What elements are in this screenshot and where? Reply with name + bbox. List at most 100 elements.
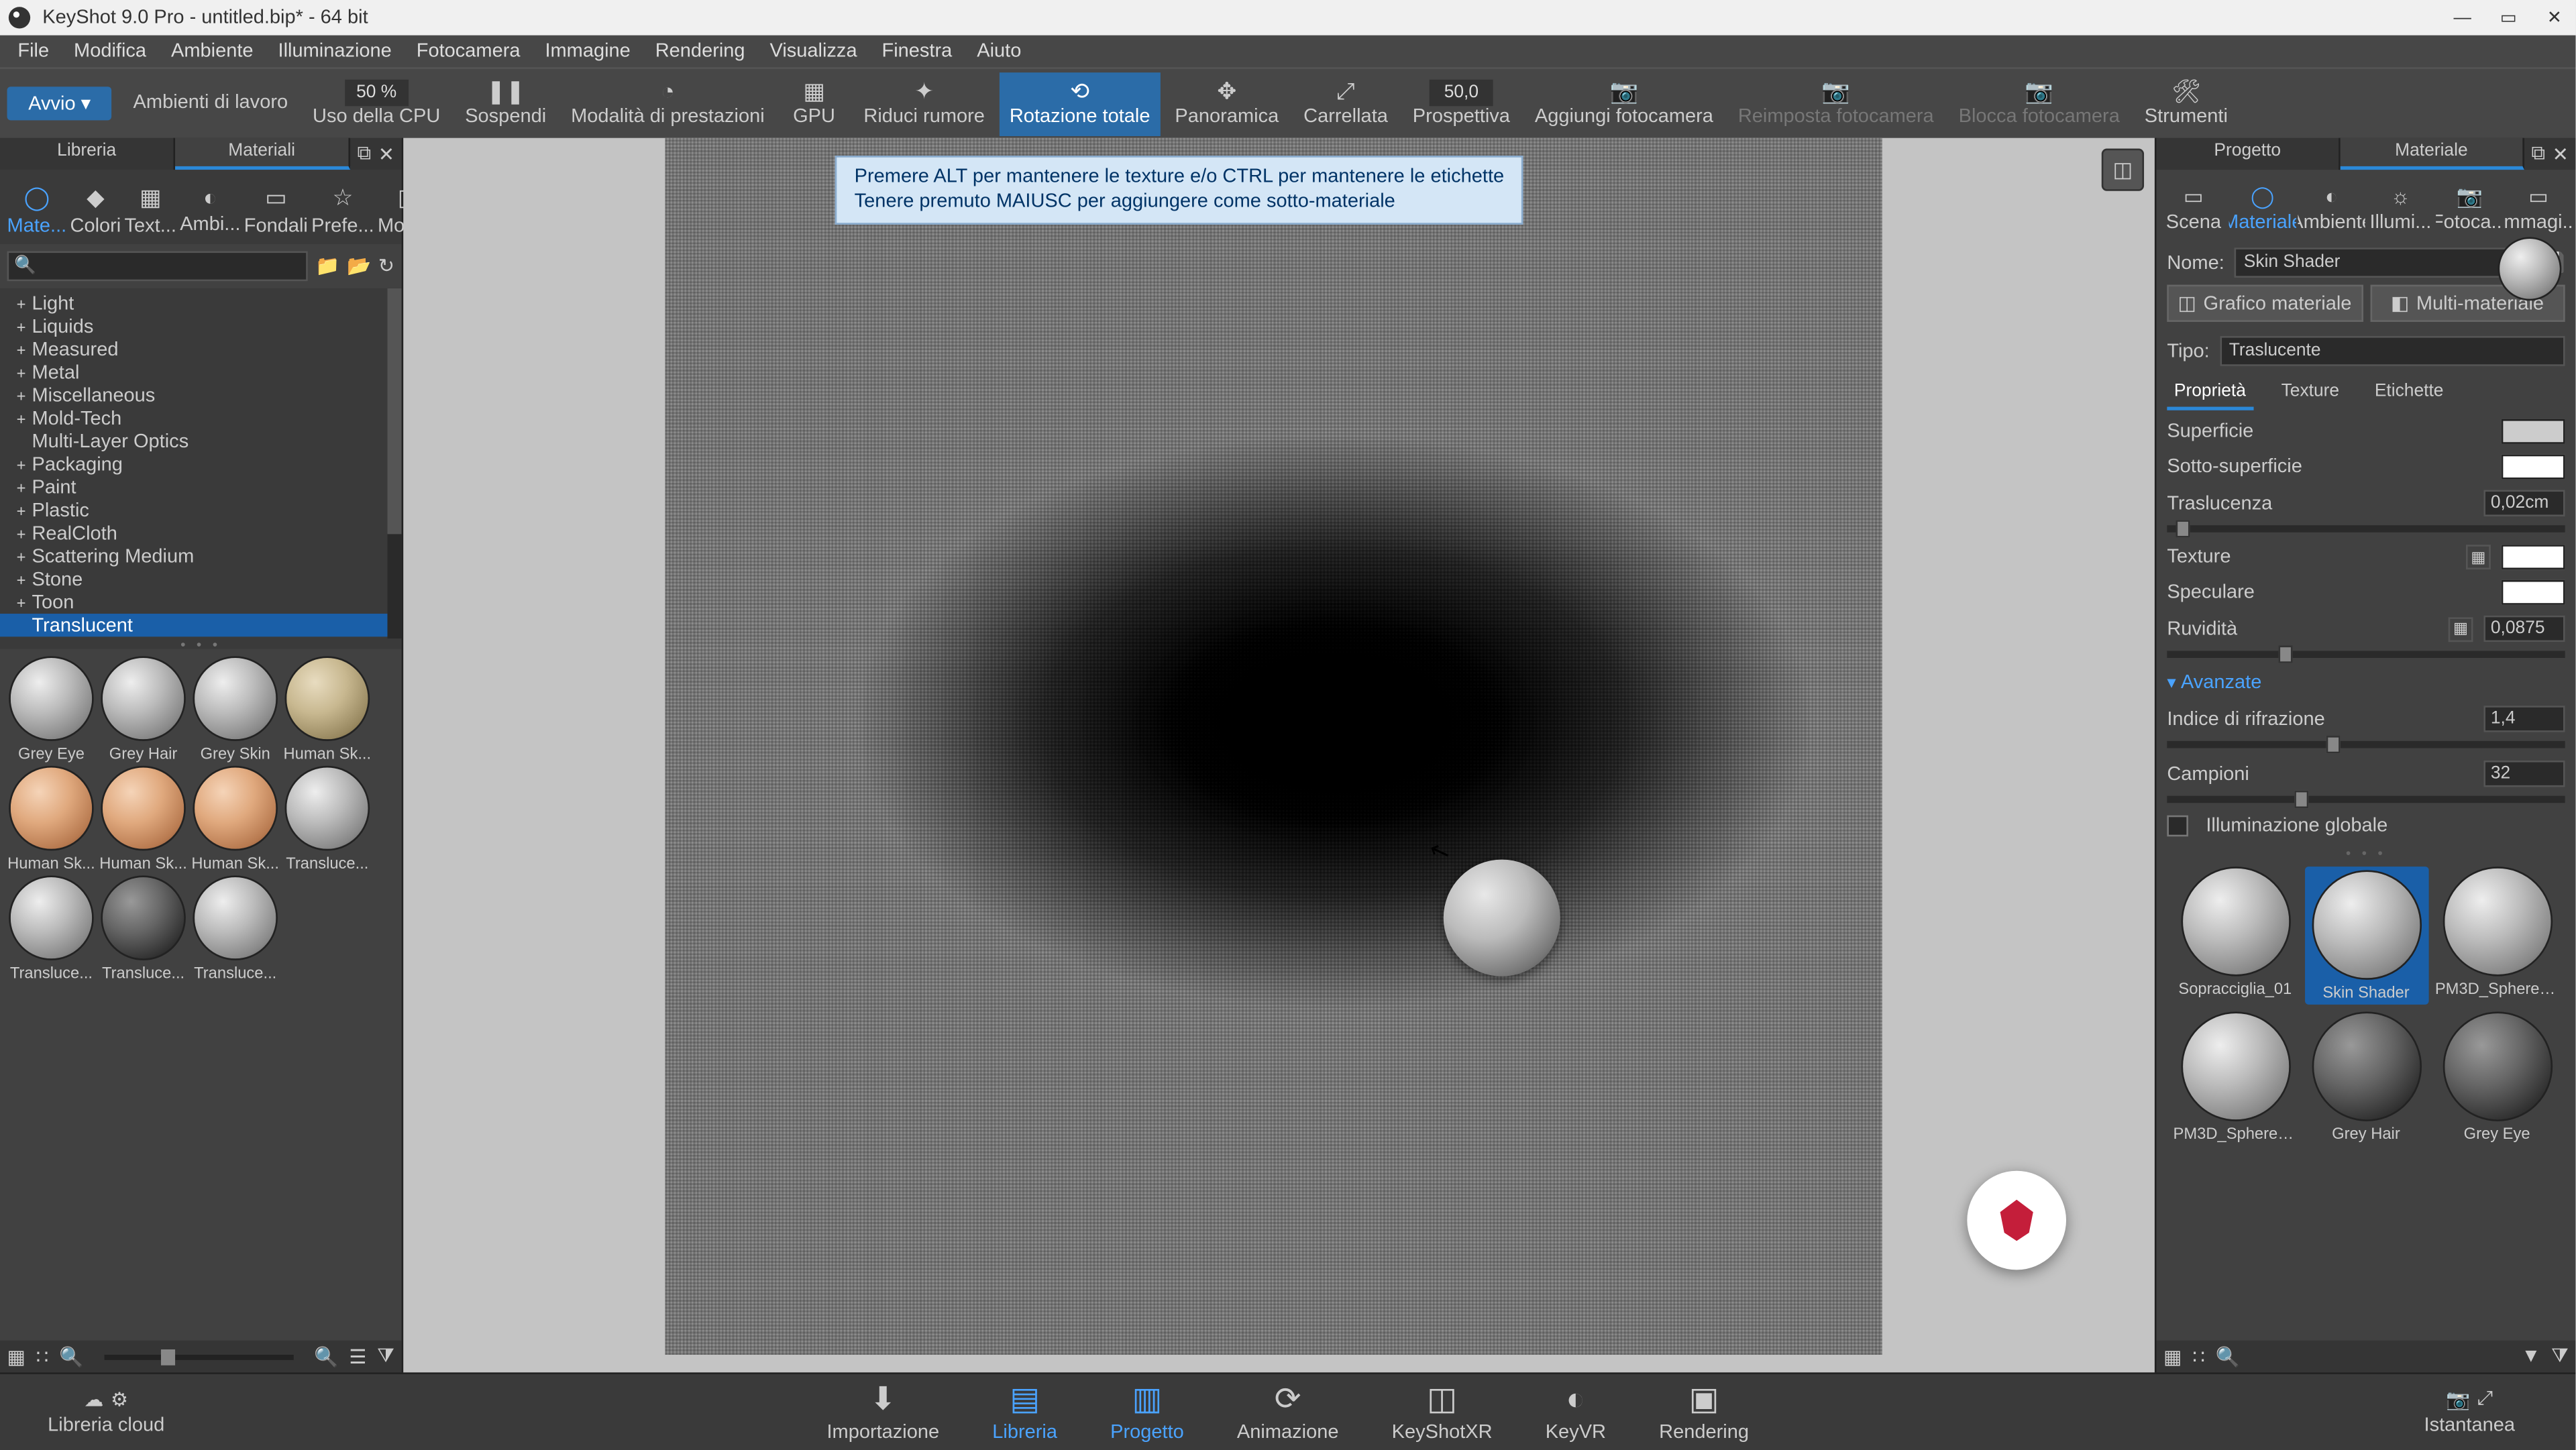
find-icon[interactable]: 🔍 bbox=[314, 1345, 338, 1368]
menu-illuminazione[interactable]: Illuminazione bbox=[268, 37, 402, 65]
rtab-fotocamera[interactable]: 📷Fotoca... bbox=[2436, 180, 2503, 237]
tree-row[interactable]: +Toon bbox=[0, 591, 402, 614]
material-thumb[interactable]: Grey Hair bbox=[99, 656, 188, 762]
menu-aiuto[interactable]: Aiuto bbox=[966, 37, 1032, 65]
subtab-textures[interactable]: ▦Text... bbox=[125, 180, 176, 241]
indice-slider[interactable] bbox=[2167, 741, 2565, 748]
denoise-button[interactable]: ✦Riduci rumore bbox=[853, 72, 996, 135]
dock-project[interactable]: ▥Progetto bbox=[1099, 1378, 1194, 1447]
filter-icon[interactable]: ⧩ bbox=[377, 1345, 394, 1368]
dolly-button[interactable]: ⤢Carrellata bbox=[1293, 72, 1398, 135]
more-icon[interactable]: ⧩ bbox=[2551, 1345, 2569, 1368]
material-thumb[interactable]: Transluce... bbox=[283, 766, 372, 872]
indice-input[interactable] bbox=[2483, 706, 2565, 732]
add-camera-button[interactable]: 📷Aggiungi fotocamera bbox=[1524, 72, 1724, 135]
tab-materiali[interactable]: Materiali bbox=[175, 138, 350, 170]
grid-icon[interactable]: ▦ bbox=[2163, 1345, 2182, 1368]
undock-icon[interactable]: ⧉ bbox=[358, 142, 372, 165]
tab-etichette[interactable]: Etichette bbox=[2367, 377, 2451, 410]
dock-library[interactable]: ▤Libreria bbox=[981, 1378, 1067, 1447]
material-thumb[interactable]: Grey Skin bbox=[191, 656, 280, 762]
folder-icon[interactable]: 📁 bbox=[315, 255, 339, 278]
tree-row[interactable]: +Light bbox=[0, 292, 402, 315]
material-thumb[interactable]: Human Sk... bbox=[283, 656, 372, 762]
campioni-input[interactable] bbox=[2483, 761, 2565, 787]
advanced-header[interactable]: ▾ Avanzate bbox=[2167, 665, 2565, 701]
tree-row[interactable]: +Metal bbox=[0, 361, 402, 384]
tab-texture[interactable]: Texture bbox=[2274, 377, 2347, 410]
list-icon[interactable]: ∷ bbox=[2192, 1345, 2204, 1368]
campioni-slider[interactable] bbox=[2167, 796, 2565, 803]
subtab-favorites[interactable]: ☆Prefe... bbox=[311, 180, 374, 241]
close-panel-icon[interactable]: ✕ bbox=[378, 142, 394, 165]
tree-row[interactable]: +Liquids bbox=[0, 315, 402, 337]
speculare-swatch[interactable] bbox=[2502, 580, 2565, 605]
tools-button[interactable]: 🛠Strumenti bbox=[2134, 72, 2239, 135]
superficie-swatch[interactable] bbox=[2502, 419, 2565, 444]
splitter-right[interactable]: • • • bbox=[2157, 845, 2576, 856]
material-preview-sphere[interactable] bbox=[2498, 237, 2561, 300]
tree-row[interactable]: +Paint bbox=[0, 476, 402, 498]
material-thumb[interactable]: Human Sk... bbox=[191, 766, 280, 872]
rtab-materiale[interactable]: ◯Materiale bbox=[2229, 180, 2296, 237]
minimize-button[interactable]: — bbox=[2449, 3, 2477, 32]
list-icon[interactable]: ☰ bbox=[349, 1345, 366, 1368]
menu-finestra[interactable]: Finestra bbox=[871, 37, 963, 65]
material-thumb[interactable]: Human Sk... bbox=[7, 766, 96, 872]
rtab-ambiente[interactable]: ◐Ambiente bbox=[2298, 180, 2365, 237]
subtab-environments[interactable]: ◐Ambi... bbox=[180, 180, 240, 241]
material-thumb[interactable]: Transluce... bbox=[99, 875, 188, 981]
maximize-button[interactable]: ▭ bbox=[2494, 3, 2522, 32]
menu-file[interactable]: File bbox=[7, 37, 60, 65]
dock-animation[interactable]: ⟳Animazione bbox=[1226, 1378, 1349, 1447]
dock-keyvr[interactable]: ◐KeyVR bbox=[1535, 1378, 1617, 1447]
dock-import[interactable]: ⬇Importazione bbox=[816, 1378, 950, 1447]
tree-row[interactable]: +Miscellaneous bbox=[0, 384, 402, 406]
dock-cloud[interactable]: ☁⚙ Libreria cloud bbox=[0, 1388, 212, 1436]
tree-row[interactable]: +Packaging bbox=[0, 453, 402, 476]
traslucenza-slider[interactable] bbox=[2167, 525, 2565, 533]
material-type-select[interactable]: Traslucente bbox=[2220, 336, 2565, 366]
tree-scrollbar[interactable] bbox=[388, 288, 402, 638]
dock-keyshotxr[interactable]: ◫KeyShotXR bbox=[1381, 1378, 1503, 1447]
scene-material-thumb[interactable]: Sopracciglia_01 bbox=[2174, 867, 2298, 1005]
folder-open-icon[interactable]: 📂 bbox=[347, 255, 371, 278]
tab-progetto[interactable]: Progetto bbox=[2157, 138, 2341, 170]
zoom-icon[interactable]: 🔍 bbox=[2216, 1345, 2240, 1368]
menu-visualizza[interactable]: Visualizza bbox=[759, 37, 868, 65]
menu-immagine[interactable]: Immagine bbox=[535, 37, 641, 65]
dock-snapshot[interactable]: 📷⤢ Istantanea bbox=[2363, 1388, 2575, 1436]
tree-row[interactable]: +Plastic bbox=[0, 499, 402, 522]
menu-rendering[interactable]: Rendering bbox=[645, 37, 756, 65]
material-search-input[interactable] bbox=[7, 251, 309, 281]
material-thumb[interactable]: Transluce... bbox=[7, 875, 96, 981]
scene-material-thumb[interactable]: PM3D_Sphere3D1 bbox=[2174, 1011, 2298, 1142]
material-thumb[interactable]: Grey Eye bbox=[7, 656, 96, 762]
menu-modifica[interactable]: Modifica bbox=[63, 37, 157, 65]
material-thumb[interactable]: Human Sk... bbox=[99, 766, 188, 872]
sotto-swatch[interactable] bbox=[2502, 455, 2565, 480]
perspective-button[interactable]: 50,0Prospettiva bbox=[1402, 72, 1521, 135]
grid-small-icon[interactable]: ▦ bbox=[7, 1345, 25, 1368]
menu-fotocamera[interactable]: Fotocamera bbox=[406, 37, 531, 65]
ambienti-button[interactable]: Ambienti di lavoro bbox=[123, 72, 299, 135]
tree-row[interactable]: +Stone bbox=[0, 567, 402, 590]
tree-row[interactable]: +Scattering Medium bbox=[0, 545, 402, 567]
gpu-button[interactable]: ▦GPU bbox=[779, 72, 849, 135]
refresh-icon[interactable]: ↻ bbox=[378, 255, 394, 278]
grid-large-icon[interactable]: ∷ bbox=[36, 1345, 48, 1368]
close-right-icon[interactable]: ✕ bbox=[2553, 142, 2569, 165]
region-render-icon[interactable]: ◫ bbox=[2102, 149, 2144, 191]
subtab-colors[interactable]: ◆Colori bbox=[70, 180, 121, 241]
tree-row[interactable]: Translucent bbox=[0, 614, 402, 636]
zoom-icon[interactable]: 🔍 bbox=[59, 1345, 83, 1368]
material-thumb[interactable]: Transluce... bbox=[191, 875, 280, 981]
scene-material-thumb[interactable]: PM3D_Sphere3D2 bbox=[2435, 867, 2559, 1005]
cpu-usage-button[interactable]: 50 %Uso della CPU bbox=[302, 72, 451, 135]
tree-row[interactable]: +RealCloth bbox=[0, 522, 402, 545]
tree-row[interactable]: +Measured bbox=[0, 338, 402, 361]
illum-checkbox[interactable] bbox=[2167, 816, 2188, 837]
pan-button[interactable]: ✥Panoramica bbox=[1165, 72, 1289, 135]
tree-row[interactable]: +Mold-Tech bbox=[0, 407, 402, 430]
menu-ambiente[interactable]: Ambiente bbox=[160, 37, 264, 65]
